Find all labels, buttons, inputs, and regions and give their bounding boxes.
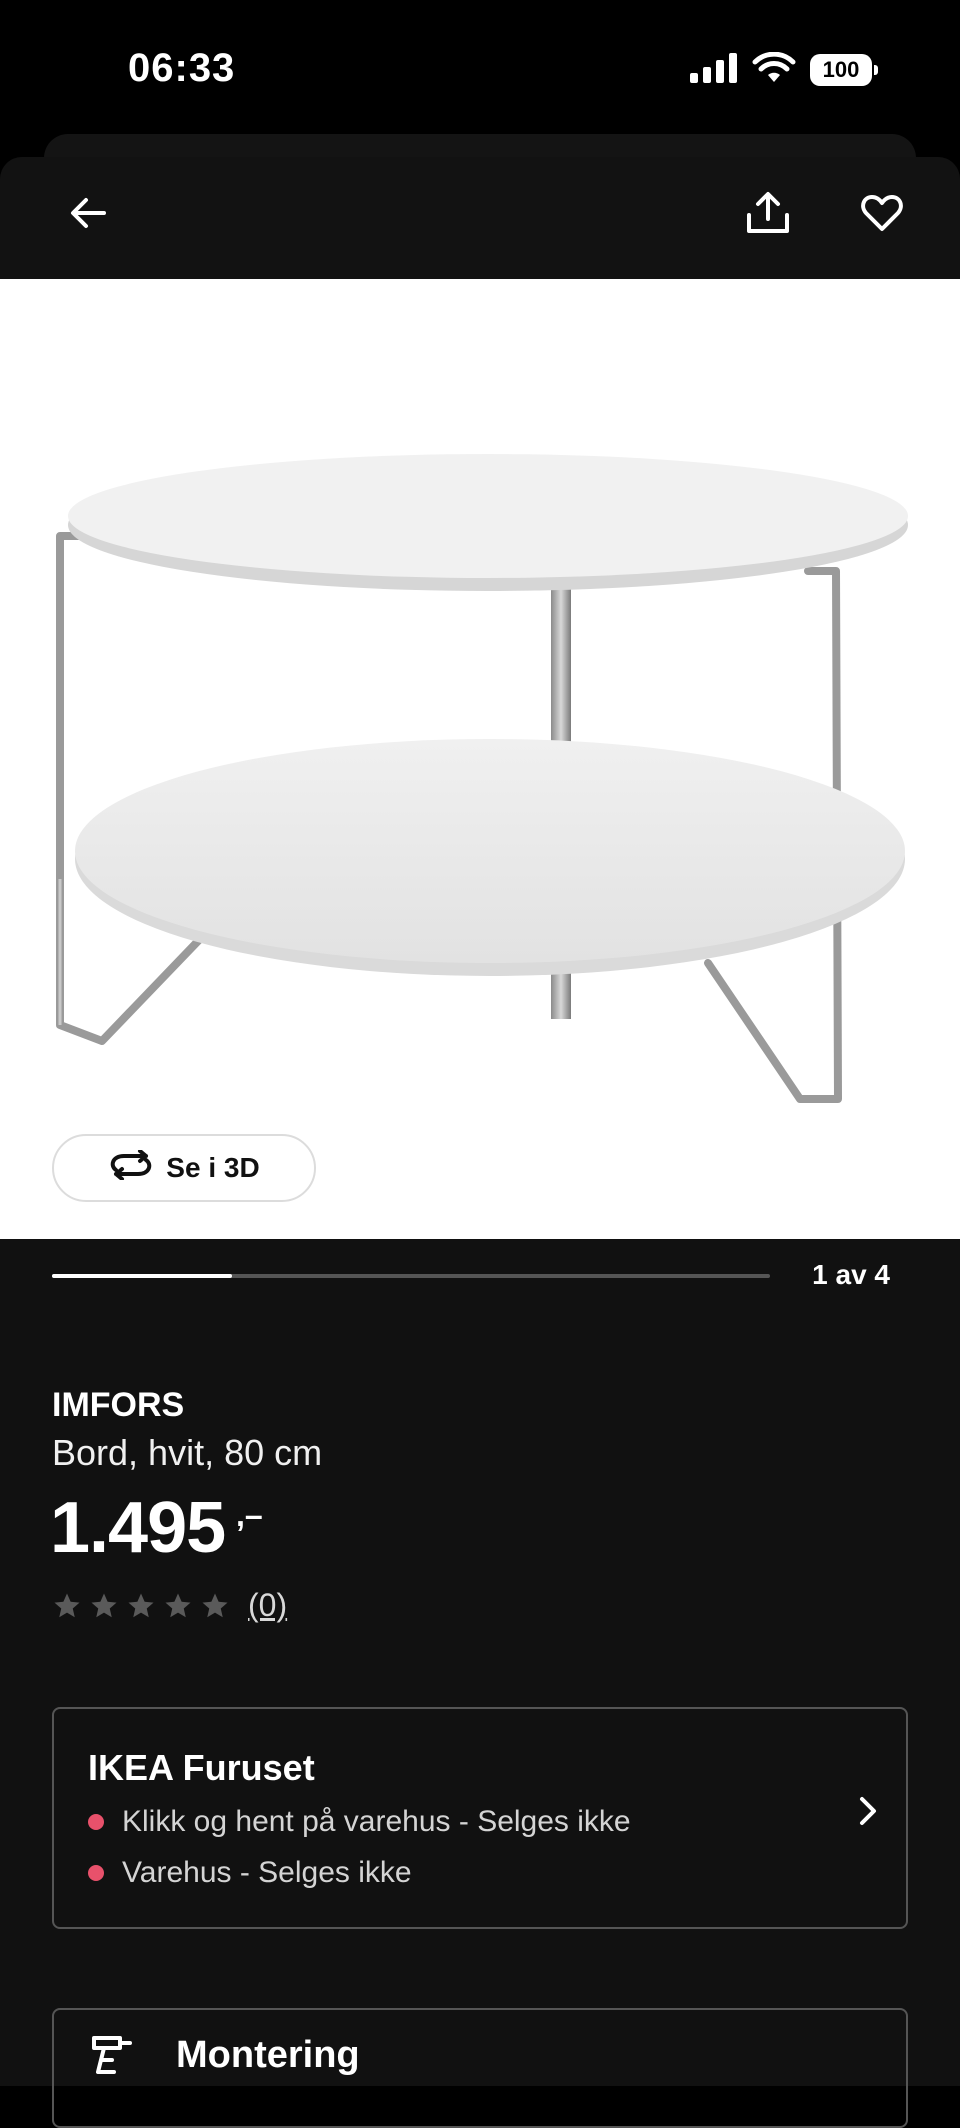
availability-item: Varehus - Selges ikke [88,1856,412,1890]
gallery-progress-fill [52,1274,232,1278]
view-3d-button[interactable]: Se i 3D [52,1134,316,1202]
status-time: 06:33 [128,46,236,90]
star-icon [128,1593,154,1617]
review-count-link[interactable]: (0) [248,1587,287,1624]
rating[interactable]: (0) [52,1587,287,1624]
share-icon [745,191,791,240]
star-icon [54,1593,80,1617]
back-button[interactable] [52,179,124,251]
assembly-section[interactable]: Montering [52,2008,908,2128]
gallery-progress-bar [52,1274,770,1278]
product-image [56,454,908,1103]
signal-icon [690,52,738,88]
product-price: 1.495 [50,1488,226,1568]
store-availability-card[interactable]: IKEA Furuset Klikk og hent på varehus - … [52,1707,908,1929]
product-price-decimal: ,– [236,1497,263,1533]
gallery-position: 1 av 4 [812,1259,890,1290]
assembly-title: Montering [176,2034,360,2076]
availability-text: Klikk og hent på varehus - Selges ikke [122,1805,631,1838]
store-name: IKEA Furuset [88,1747,315,1788]
assembly-tool-icon [90,2034,134,2081]
share-button[interactable] [732,179,804,251]
heart-icon [861,194,903,237]
rotate-3d-icon [108,1148,154,1187]
back-arrow-icon [68,195,108,236]
status-bar: 06:33 100 [0,0,960,140]
product-details: 1 av 4 IMFORS Bord, hvit, 80 cm 1.495 ,–… [0,1239,960,2128]
battery-icon: 100 [810,54,878,86]
product-description: Bord, hvit, 80 cm [52,1432,323,1473]
star-icon [165,1593,191,1617]
rating-stars [52,1591,230,1621]
status-icons: 100 [690,50,878,90]
star-icon [91,1593,117,1617]
view-3d-label: Se i 3D [166,1152,260,1183]
status-dot-icon [88,1865,104,1881]
star-icon [202,1593,228,1617]
status-dot-icon [88,1814,104,1830]
favorite-button[interactable] [846,179,918,251]
top-nav [0,157,960,279]
availability-text: Varehus - Selges ikke [122,1856,412,1889]
availability-item: Klikk og hent på varehus - Selges ikke [88,1805,631,1839]
product-name: IMFORS [52,1386,185,1424]
chevron-right-icon [858,1795,878,1832]
product-image-carousel[interactable] [0,279,960,1239]
wifi-icon [752,51,796,89]
